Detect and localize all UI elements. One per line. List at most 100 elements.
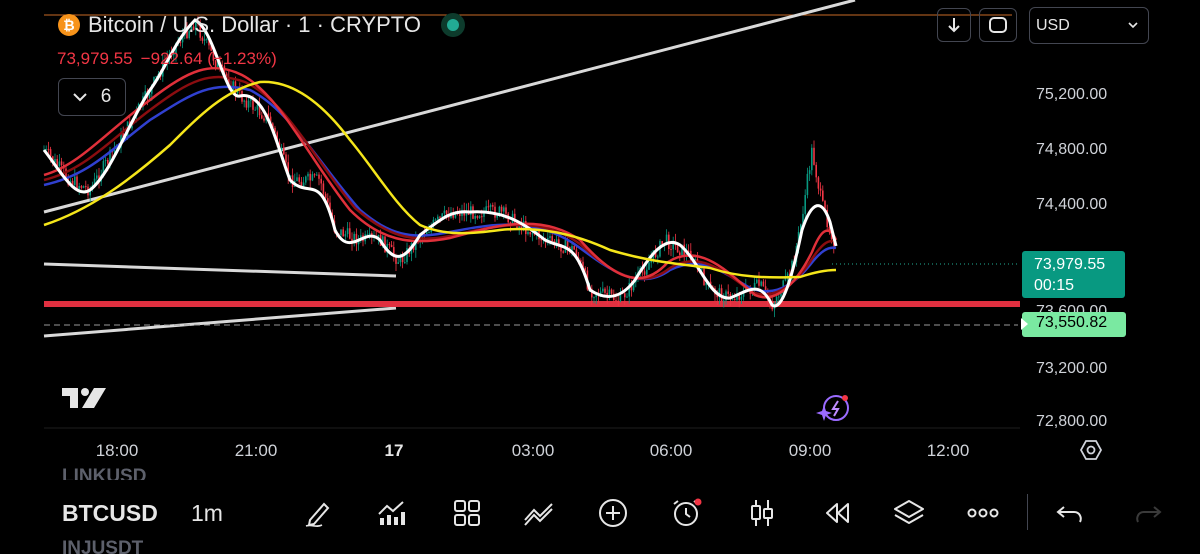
candle-body: [657, 256, 659, 258]
currency-select[interactable]: USD: [1029, 7, 1149, 44]
candle-body: [775, 296, 778, 304]
symbol-selector[interactable]: BTCUSD: [62, 500, 158, 527]
ma-blue: [43, 85, 837, 293]
candle-body: [245, 100, 248, 108]
candle-body: [806, 173, 809, 196]
redo-icon[interactable]: [1130, 498, 1164, 528]
candle-body: [443, 210, 446, 214]
candle-body: [813, 147, 815, 165]
candle-body: [496, 215, 498, 218]
layouts-icon[interactable]: [450, 498, 484, 528]
alert-clock-icon[interactable]: [669, 498, 703, 528]
candle-body: [296, 177, 298, 181]
candle-body: [760, 281, 762, 286]
price-chart[interactable]: [0, 0, 1200, 554]
symbol-next[interactable]: INJUSDT: [62, 538, 143, 554]
candle-body: [322, 183, 325, 194]
support-level[interactable]: [44, 301, 1020, 307]
trend-line-icon[interactable]: [522, 498, 556, 528]
trend-line-flat[interactable]: [43, 262, 397, 278]
candle-body: [58, 161, 61, 167]
y-axis-label: 72,800.00: [1036, 413, 1108, 428]
candle-body: [78, 186, 80, 189]
candle-body: [346, 228, 349, 235]
candle-body: [679, 252, 681, 255]
candle-body: [309, 173, 311, 181]
candle-body: [780, 293, 782, 297]
candle-body: [527, 231, 529, 235]
layers-icon[interactable]: [892, 498, 926, 528]
add-icon[interactable]: [596, 498, 630, 528]
candle-body: [551, 236, 553, 242]
candle-body: [247, 100, 250, 108]
candle-body: [734, 299, 736, 301]
candle-body: [819, 188, 822, 191]
candle-body: [817, 177, 820, 189]
draw-icon[interactable]: [302, 498, 336, 528]
candle-body: [643, 271, 646, 275]
candle-body: [492, 205, 494, 207]
candles-icon[interactable]: [745, 498, 779, 528]
y-axis-label: 74,400.00: [1036, 196, 1108, 213]
candle-body: [505, 207, 507, 214]
scroll-to-latest-button[interactable]: [937, 8, 971, 42]
candle-body: [529, 231, 531, 235]
candle-body: [428, 232, 430, 234]
alert-price-tag[interactable]: 73,550.82: [1021, 312, 1126, 337]
candle-body: [316, 174, 318, 176]
candle-body: [624, 293, 626, 298]
candle-body: [285, 154, 287, 163]
indicator-count: 6: [100, 86, 112, 107]
candle-body: [804, 195, 806, 214]
candle-body: [476, 216, 479, 218]
ai-spark-icon[interactable]: [814, 393, 852, 425]
settings-icon[interactable]: [1079, 438, 1103, 462]
candle-body: [252, 99, 254, 110]
candle-body: [617, 300, 619, 302]
tradingview-logo: [60, 384, 108, 417]
candle-body: [593, 297, 595, 299]
more-icon[interactable]: [966, 498, 1000, 528]
candle-body: [261, 115, 263, 119]
indicators-toggle[interactable]: 6: [58, 78, 126, 116]
symbol-previous[interactable]: LINKUSD: [62, 466, 146, 480]
timeframe-selector[interactable]: 1m: [191, 500, 223, 527]
market-status-icon[interactable]: [440, 13, 465, 37]
indicators-icon[interactable]: [375, 498, 409, 528]
undo-icon[interactable]: [1054, 498, 1088, 528]
replay-icon[interactable]: [819, 498, 853, 528]
candle-body: [298, 177, 300, 182]
candle-body: [822, 190, 824, 201]
scroll-down-icon: [948, 18, 960, 33]
candle-body: [76, 176, 78, 189]
candle-body: [778, 296, 780, 298]
candle-body: [701, 268, 703, 270]
candle-body: [201, 37, 204, 41]
candle-body: [573, 246, 575, 250]
candle-body: [307, 173, 309, 177]
candle-body: [302, 182, 305, 187]
candle-body: [758, 279, 760, 286]
ma-red: [43, 66, 838, 299]
candle-body: [85, 186, 87, 188]
sync-button[interactable]: [979, 8, 1017, 42]
x-axis-label: 17: [384, 441, 404, 460]
candle-body: [762, 281, 765, 287]
x-axis-label: 21:00: [234, 441, 278, 460]
candle-body: [263, 118, 265, 121]
candle-body: [388, 244, 391, 246]
candle-body: [243, 100, 245, 102]
candle-body: [318, 174, 320, 179]
candle-body: [756, 279, 758, 283]
symbol-header[interactable]: ₿ Bitcoin / U.S. Dollar · 1 · CRYPTO: [58, 12, 465, 38]
trend-line-lower[interactable]: [43, 306, 397, 338]
candle-body: [540, 239, 542, 241]
bitcoin-icon: ₿: [58, 14, 80, 36]
y-axis-label: 74,800.00: [1036, 141, 1108, 158]
candle-body: [340, 229, 342, 236]
candle-body: [740, 296, 743, 300]
candle-body: [626, 296, 628, 298]
candle-body: [49, 149, 52, 157]
y-axis-label: 75,200.00: [1036, 86, 1108, 103]
candle-body: [305, 176, 307, 183]
